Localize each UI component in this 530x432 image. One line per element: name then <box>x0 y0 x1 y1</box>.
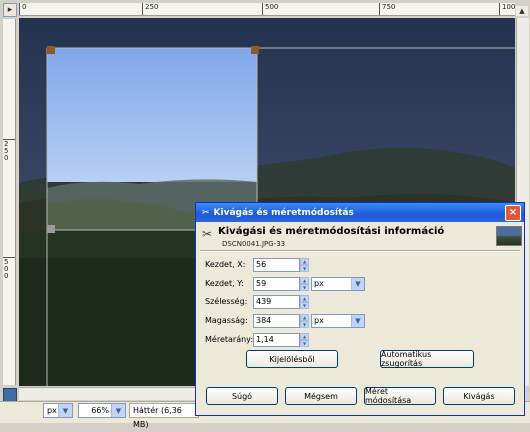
start-y-stepper[interactable]: ▲ ▼ <box>300 277 309 291</box>
scroll-up-arrow[interactable]: ▲ <box>516 6 528 16</box>
unit-select-size[interactable]: px ▼ <box>311 314 365 328</box>
ratio-stepper[interactable]: ▲ ▼ <box>300 333 309 347</box>
knife-icon: ✂ <box>202 207 210 218</box>
image-name: DSCN0041.JPG-33 <box>222 240 286 248</box>
ratio-input[interactable]: 1,14 <box>253 333 300 347</box>
menu-arrow-button[interactable]: ▸ <box>3 3 17 17</box>
image-thumbnail <box>496 226 522 246</box>
knife-icon: ✂ <box>202 227 213 241</box>
ruler-tick: 500 <box>262 3 278 15</box>
chevron-down-icon[interactable]: ▼ <box>58 404 72 417</box>
start-x-stepper[interactable]: ▲ ▼ <box>300 258 309 272</box>
height-stepper[interactable]: ▲ ▼ <box>300 314 309 328</box>
start-y-input[interactable]: 59 <box>253 277 300 291</box>
horizontal-ruler: 0 250 500 750 1000 <box>19 3 515 16</box>
width-label: Szélesség: <box>205 297 248 306</box>
ruler-tick: 1000 <box>499 3 515 15</box>
resize-button[interactable]: Méret módosítása <box>364 387 436 405</box>
ruler-tick: 5 0 0 <box>4 258 9 280</box>
ruler-tick: 0 <box>19 3 26 15</box>
ratio-label: Méretarány: <box>205 335 254 344</box>
unit-select-position[interactable]: px ▼ <box>311 277 365 291</box>
horizontal-scrollbar[interactable] <box>19 387 199 400</box>
width-stepper[interactable]: ▲ ▼ <box>300 295 309 309</box>
help-button[interactable]: Súgó <box>206 387 278 405</box>
zoom-select[interactable]: 66% ▼ <box>78 403 126 418</box>
dialog-titlebar[interactable]: ✂ Kivágás és méretmódosítás <box>196 203 524 222</box>
crop-button[interactable]: Kivágás <box>443 387 515 405</box>
chevron-down-icon[interactable]: ▼ <box>351 315 364 327</box>
close-button[interactable]: × <box>505 205 521 221</box>
start-y-label: Kezdet, Y: <box>205 279 244 288</box>
vertical-ruler: 2 5 0 5 0 0 <box>3 19 16 385</box>
unit-value: px <box>314 316 324 325</box>
chevron-down-icon[interactable]: ▼ <box>351 278 364 290</box>
layer-info: Háttér (6,36 MB) <box>129 403 199 429</box>
start-x-label: Kezdet, X: <box>205 260 246 269</box>
crop-dialog: ✂ Kivágás és méretmódosítás × ✂ Kivágási… <box>195 202 525 416</box>
cancel-button[interactable]: Mégsem <box>285 387 357 405</box>
unit-value: px <box>314 279 324 288</box>
start-x-input[interactable]: 56 <box>253 258 300 272</box>
unit-value: px <box>47 406 57 415</box>
navigate-icon[interactable] <box>3 388 17 402</box>
unit-select[interactable]: px ▼ <box>43 403 73 418</box>
dialog-title: Kivágás és méretmódosítás <box>213 207 354 218</box>
header-title: Kivágási és méretmódosítási információ <box>218 226 445 237</box>
height-label: Magasság: <box>205 316 248 325</box>
zoom-value: 66% <box>91 406 109 415</box>
height-input[interactable]: 384 <box>253 314 300 328</box>
chevron-down-icon[interactable]: ▼ <box>111 404 125 417</box>
autoshrink-button[interactable]: Automatikus zsugorítás <box>380 350 474 368</box>
divider <box>200 250 520 252</box>
ruler-tick: 250 <box>142 3 158 15</box>
width-input[interactable]: 439 <box>253 295 300 309</box>
ruler-tick: 750 <box>379 3 395 15</box>
from-selection-button[interactable]: Kijelölésből <box>246 350 338 368</box>
ruler-tick: 2 5 0 <box>4 140 9 162</box>
